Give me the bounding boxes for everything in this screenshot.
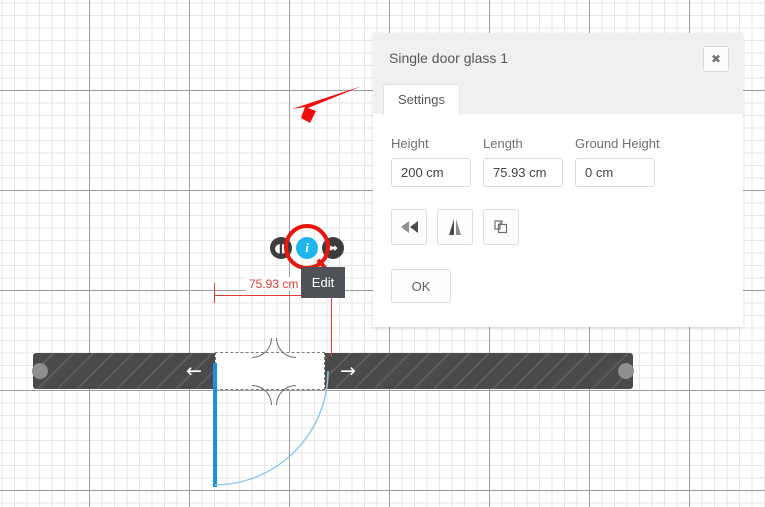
length-input[interactable]: [483, 158, 563, 187]
ground-height-field-group: Ground Height: [575, 136, 660, 187]
flip-horizontal-button[interactable]: [391, 209, 427, 245]
wall-endpoint-left[interactable]: [32, 363, 48, 379]
dialog-header: Single door glass 1 ✖: [373, 33, 743, 83]
properties-dialog: Single door glass 1 ✖ Settings Height Le…: [373, 33, 743, 327]
dimension-label: 75.93 cm: [246, 277, 302, 291]
app-root: ← → 75.93 cm ◖◗ i ⬌ Edit Single door gla…: [0, 0, 765, 507]
transform-tool-row: [391, 209, 725, 245]
flip-vertical-icon: [449, 219, 461, 235]
dialog-title: Single door glass 1: [389, 50, 509, 66]
ground-height-input[interactable]: [575, 158, 655, 187]
dimension-tick-left: [214, 283, 215, 303]
dimension-fields-row: Height Length Ground Height: [391, 136, 725, 187]
door-opening[interactable]: [215, 352, 325, 390]
dimension-guide-line: [331, 295, 332, 357]
wall-direction-arrow-right: →: [340, 360, 356, 382]
duplicate-icon: [494, 220, 508, 234]
height-label: Height: [391, 136, 429, 151]
length-label: Length: [483, 136, 523, 151]
duplicate-button[interactable]: [483, 209, 519, 245]
ground-height-label: Ground Height: [575, 136, 660, 151]
length-field-group: Length: [483, 136, 563, 187]
dialog-tab-strip: Settings: [373, 83, 743, 115]
highlight-ring-annotation: [284, 224, 330, 270]
edit-tooltip: Edit: [301, 267, 345, 298]
tab-settings[interactable]: Settings: [383, 84, 460, 115]
height-input[interactable]: [391, 158, 471, 187]
wall-endpoint-right[interactable]: [618, 363, 634, 379]
flip-horizontal-icon: [401, 221, 418, 233]
close-icon[interactable]: ✖: [703, 46, 729, 72]
wall-direction-arrow-left: ←: [186, 360, 202, 382]
height-field-group: Height: [391, 136, 471, 187]
door-leaf[interactable]: [213, 363, 217, 487]
cursor-arrow-annotation: [292, 86, 362, 123]
wall-segment[interactable]: [32, 353, 634, 389]
ok-button[interactable]: OK: [391, 269, 451, 303]
dialog-body: Height Length Ground Height: [373, 114, 743, 327]
flip-vertical-button[interactable]: [437, 209, 473, 245]
